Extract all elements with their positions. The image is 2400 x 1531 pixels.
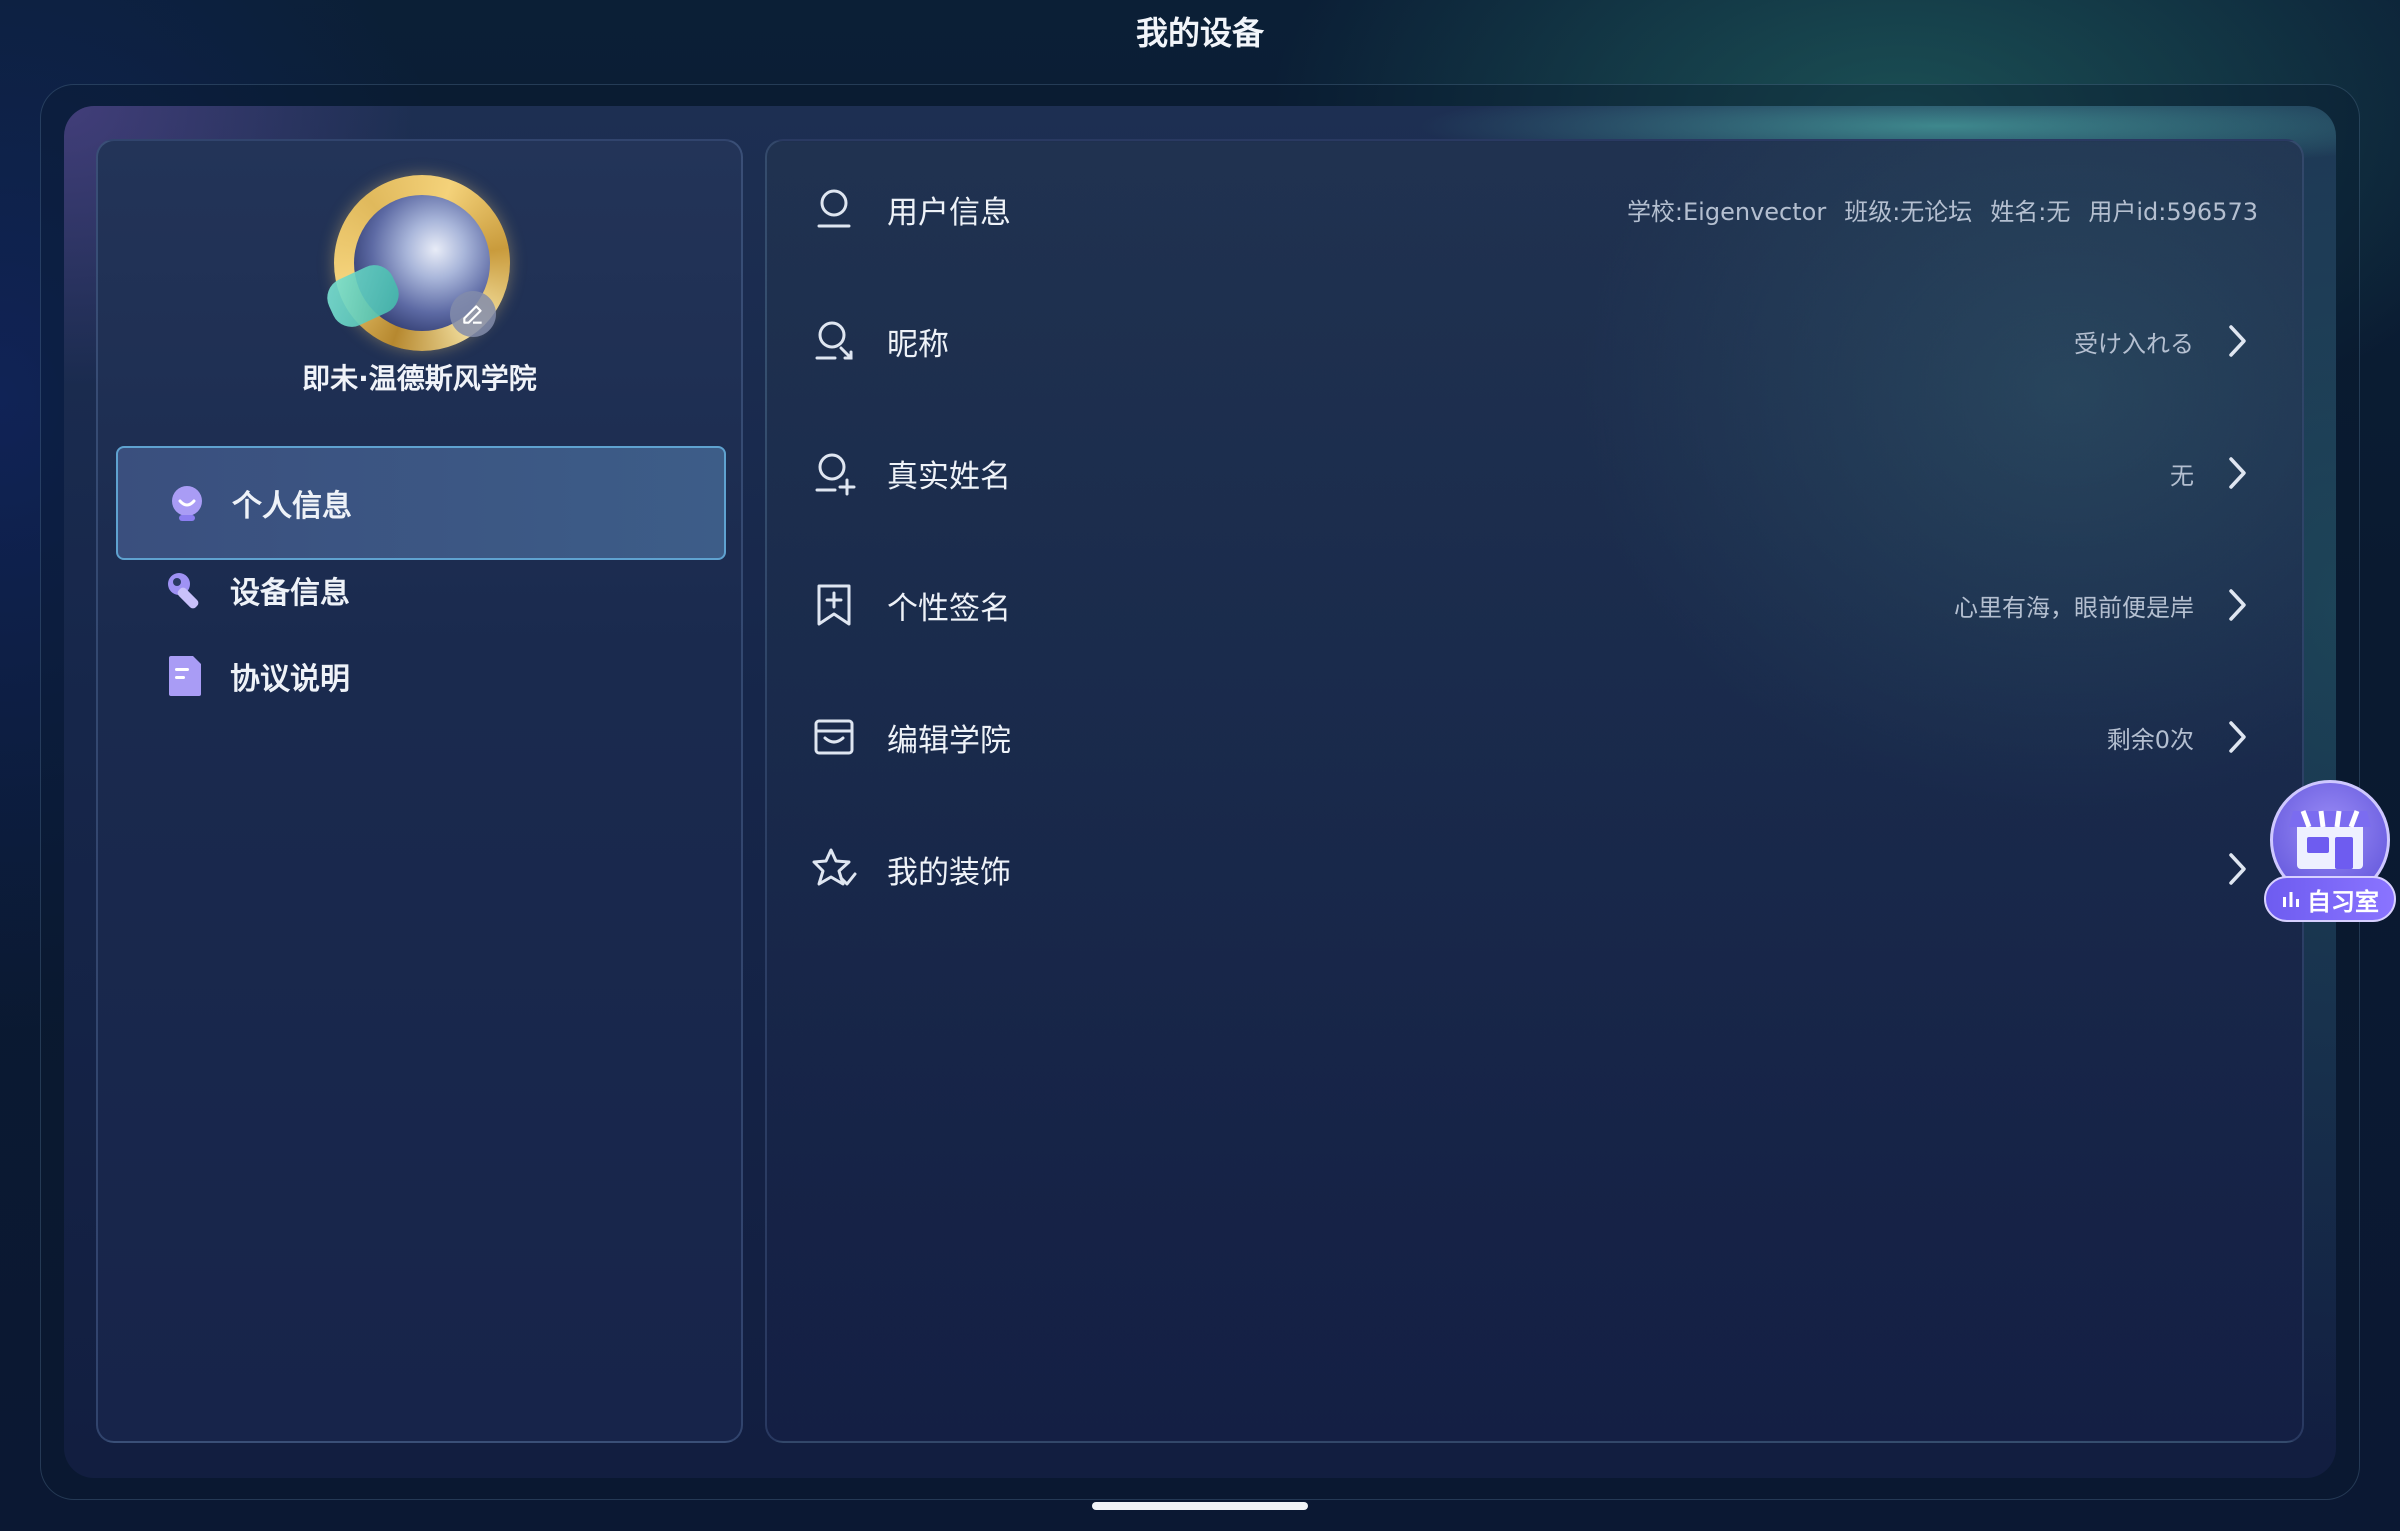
user-info-label: 用户信息 [887,194,1011,231]
real-name-value: 无 [2170,461,2194,490]
user-icon [817,189,851,228]
avatar[interactable] [320,175,510,351]
class-value: 班级:无论坛 [1844,197,1973,226]
settings-panel: 用户信息 学校:Eigenvector 班级:无论坛 姓名:无 用户id:596573… [765,139,2304,1443]
chevron-right-icon [2229,457,2246,489]
chevron-right-icon [2229,853,2246,885]
chevron-right-icon [2229,589,2246,621]
user-info-row: 用户信息 学校:Eigenvector 班级:无论坛 姓名:无 用户id:596573 [767,159,2302,259]
user-id-value: 用户id:596573 [2088,197,2258,226]
robot-face-icon [164,480,210,526]
signature-row[interactable]: 个性签名 心里有海，眼前便是岸 [767,555,2302,655]
star-decor-icon [812,848,857,886]
chevron-right-icon [2229,721,2246,753]
edit-avatar-button[interactable] [450,291,496,337]
sidebar-item-label: 设备信息 [230,576,350,611]
signature-value: 心里有海，眼前便是岸 [1954,593,2194,622]
nickname-label: 昵称 [887,326,949,363]
page-title: 我的设备 [1135,14,1264,52]
real-name-label: 真实姓名 [887,458,1011,495]
user-info-details: 学校:Eigenvector 班级:无论坛 姓名:无 用户id:596573 [1609,192,2258,227]
wrench-icon [162,567,208,613]
sidebar-item-label: 个人信息 [232,489,352,524]
my-decoration-label: 我的装饰 [887,854,1011,891]
study-room-button[interactable]: 自习室 [2264,780,2396,930]
edit-college-label: 编辑学院 [887,722,1011,759]
nickname-value: 受け入れる [2074,329,2194,358]
edit-college-row[interactable]: 编辑学院 剩余0次 [767,687,2302,787]
signature-label: 个性签名 [887,590,1011,627]
edit-college-value: 剩余0次 [2106,725,2194,754]
bookmark-plus-icon [817,584,851,626]
real-name-row[interactable]: 真实姓名 无 [767,423,2302,523]
college-icon [814,719,854,755]
name-value: 姓名:无 [1990,197,2071,226]
pencil-icon [463,305,482,324]
study-room-label-pill: 自习室 [2264,876,2396,922]
nickname-row[interactable]: 昵称 受け入れる [767,291,2302,391]
bar-chart-icon [2283,892,2299,907]
username: 即未·温德斯风学院 [302,362,537,395]
home-indicator[interactable] [1092,1502,1308,1510]
school-value: 学校:Eigenvector [1626,197,1827,226]
profile-sidebar: 即未·温德斯风学院 个人信息 设备信息 协议说明 [96,139,743,1443]
user-add-icon [815,453,856,496]
sidebar-item-label: 协议说明 [230,662,350,697]
chevron-right-icon [2229,325,2246,357]
sidebar-item-agreement[interactable]: 协议说明 [116,619,726,733]
document-icon [162,653,208,699]
user-edit-icon [815,321,853,360]
my-decoration-row[interactable]: 我的装饰 [767,819,2302,919]
study-room-label: 自习室 [2307,887,2379,916]
